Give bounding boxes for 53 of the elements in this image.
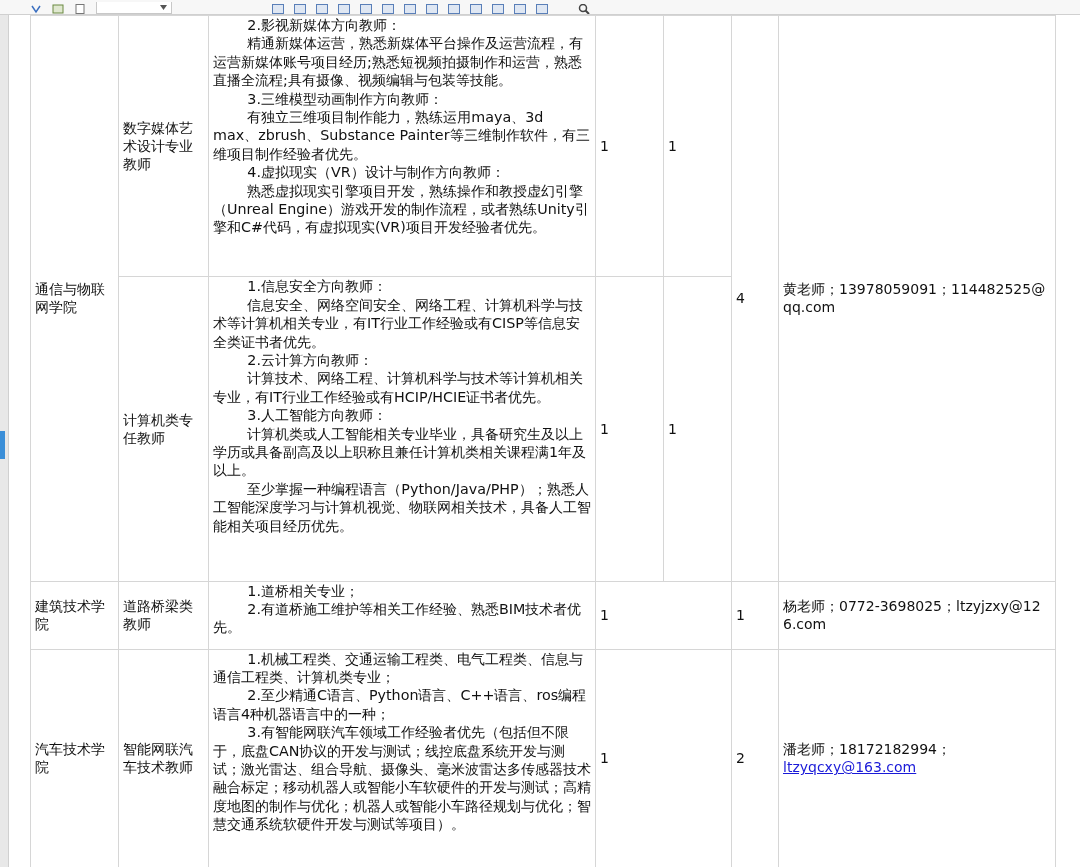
requirement-text: 熟悉虚拟现实引擎项目开发，熟练操作和教授虚幻引擎（Unreal Engine）游戏开发的制作流程，或者熟练Unity引擎和C#代码，有虚拟现实(VR)项目开发经验者优先。 <box>213 181 590 237</box>
contact-text: 杨老师；0772-3698025；ltzyjzxy@126.com <box>783 597 1041 633</box>
table-icon[interactable] <box>404 4 416 14</box>
college-cell: 汽车技术学院 <box>30 649 119 867</box>
table-icon[interactable] <box>272 4 284 14</box>
table-icon[interactable] <box>294 4 306 14</box>
total-cell: 1 <box>731 581 779 650</box>
requirement-text: 2.影视新媒体方向教师： <box>246 16 402 35</box>
count-cell: 1 <box>663 15 732 277</box>
requirement-text: 计算技术、网络工程、计算机科学与技术等计算机相关专业，有IT行业工作经验或有HCIP/HCIE证书者优先。 <box>213 369 585 407</box>
table-icon[interactable] <box>448 4 460 14</box>
contact-text: 黄老师；13978059091；114482525@qq.com <box>783 280 1046 316</box>
search-icon[interactable] <box>578 4 590 14</box>
caret-icon <box>160 5 167 10</box>
table-icon[interactable] <box>316 4 328 14</box>
table-icon[interactable] <box>470 4 482 14</box>
table-icon[interactable] <box>426 4 438 14</box>
position-cell: 计算机类专任教师 <box>118 276 209 582</box>
position-cell: 数字媒体艺术设计专业教师 <box>118 15 209 277</box>
requirement-text: 有独立三维项目制作能力，熟练运用maya、3d max、zbrush、Substance Painter等三维制作软件，有三维项目制作经验者优先。 <box>213 108 591 164</box>
requirement-text: 计算机类或人工智能相关专业毕业，具备研究生及以上学历或具备副高及以上职称且兼任计算机类相关课程满1年及以上。 <box>213 424 588 480</box>
requirement-text: 精通新媒体运营，熟悉新媒体平台操作及运营流程，有运营新媒体账号项目经历;熟悉短视频拍摄制作和运营，熟悉直播全流程;具有摄像、视频编辑与包装等技能。 <box>213 34 585 90</box>
table-icon[interactable] <box>382 4 394 14</box>
requirement-text: 2.至少精通C语言、Python语言、C++语言、ros编程语言4种机器语言中的一种； <box>213 686 588 724</box>
table-icon[interactable] <box>338 4 350 14</box>
table-icon[interactable] <box>536 4 548 14</box>
requirement-text: 4.虚拟现实（VR）设计与制作方向教师： <box>246 163 506 182</box>
requirement-text: 信息安全、网络空间安全、网络工程、计算机科学与技术等计算机相关专业，有IT行业工作经验或有CISP等信息安全类证书者优先。 <box>213 295 585 351</box>
table-icon[interactable] <box>360 4 372 14</box>
document-icon[interactable] <box>74 4 86 14</box>
count-cell: 1 <box>595 276 664 582</box>
count-cell: 1 <box>595 581 732 650</box>
table-icon[interactable] <box>514 4 526 14</box>
email-link[interactable]: ltzyqcxy@163.com <box>783 759 917 776</box>
requirement-text: 3.人工智能方向教师： <box>246 406 388 425</box>
image-icon[interactable] <box>52 4 64 14</box>
total-cell: 4 <box>731 15 779 582</box>
requirement-text: 1.道桥相关专业； <box>246 581 360 601</box>
requirement-text: 3.有智能网联汽车领域工作经验者优先（包括但不限于，底盘CAN协议的开发与测试；线控底盘系统开发与测试；激光雷达、组合导航、摄像头、毫米波雷达多传感器技术融合标定；移动机器人或智能小车软硬件的开发与测试；高精度地图的制作与优化；机器人或智能小车路径规划与优化；智慧交通系统软硬件开发与测试等项目）。 <box>213 723 591 834</box>
requirement-text: 2.有道桥施工维护等相关工作经验、熟悉BIM技术者优先。 <box>213 600 583 637</box>
college-cell: 建筑技术学院 <box>30 581 119 650</box>
table-icon[interactable] <box>492 4 504 14</box>
position-cell: 道路桥梁类教师 <box>118 581 209 650</box>
contact-text: 潘老师；18172182994； ltzyqcxy@163.com <box>783 740 951 776</box>
count-cell: 1 <box>595 15 664 277</box>
font-dropdown[interactable] <box>96 2 172 14</box>
requirement-text: 3.三维模型动画制作方向教师： <box>246 89 444 109</box>
requirement-text: 1.机械工程类、交通运输工程类、电气工程类、信息与通信工程类、计算机类专业； <box>213 649 584 687</box>
college-cell: 通信与物联网学院 <box>30 15 119 582</box>
requirement-text: 至少掌握一种编程语言（Python/Java/PHP）；熟悉人工智能深度学习与计算机视觉、物联网相关技术，具备人工智能相关项目经历优先。 <box>213 479 591 536</box>
scroll-marker[interactable] <box>0 431 5 459</box>
requirement-text: 2.云计算方向教师： <box>246 350 374 370</box>
requirement-text: 1.信息安全方向教师： <box>246 277 388 296</box>
